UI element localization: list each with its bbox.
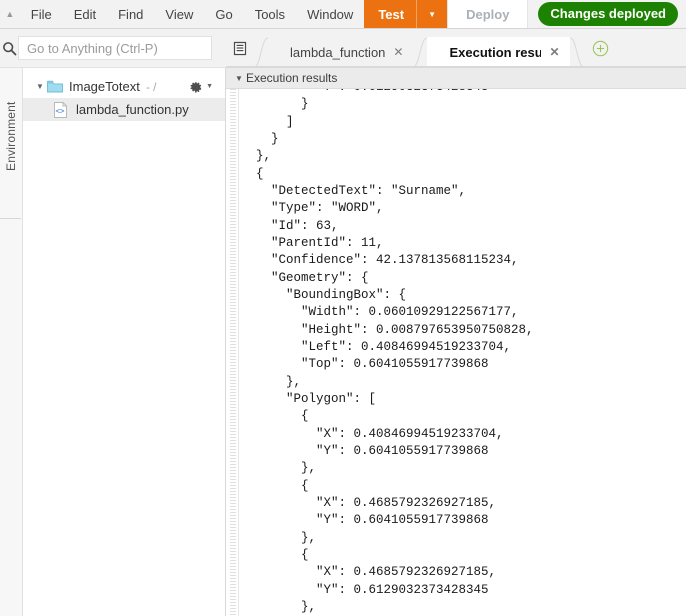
code-line: }, [241, 374, 302, 389]
test-button-label: Test [378, 6, 405, 22]
code-line: }, [241, 530, 317, 545]
caret-up-icon[interactable]: ▲ [0, 0, 20, 28]
body-row: Environment ▼ ImageTotext - / [0, 29, 686, 616]
tab-bar-filler [617, 29, 686, 67]
code-line: "Y": 0.6129032373428345 [241, 582, 489, 597]
json-output: "Y": 0.6129032373428345 } ] } }, { "Dete… [239, 89, 686, 616]
code-line: "Y": 0.6041055917739868 [241, 443, 489, 458]
environment-rail-label: Environment [4, 101, 18, 171]
search-input[interactable] [18, 36, 212, 60]
tree-folder-path: - / [145, 79, 157, 94]
menu-item-view[interactable]: View [154, 0, 204, 28]
tab-bar-underline [226, 66, 686, 67]
gutter-track [230, 89, 236, 616]
code-line: { [241, 547, 309, 562]
code-line: "Width": 0.06010929122567177, [241, 305, 519, 320]
file-tree: ▼ ImageTotext - / ▼ <> lambda_function.p… [23, 68, 226, 616]
menu-items: File Edit Find View Go Tools Window [20, 0, 365, 28]
tree-file-label: lambda_function.py [76, 102, 189, 117]
tab-separator [413, 37, 428, 67]
code-line: "X": 0.4685792326927185, [241, 565, 497, 580]
tab-bar: lambda_function ✕ Execution results ✕ [226, 29, 686, 68]
menu-bar: ▲ File Edit Find View Go Tools Window Te… [0, 0, 686, 29]
code-line: "Geometry": { [241, 270, 369, 285]
code-line: { [241, 166, 264, 181]
menu-item-file[interactable]: File [20, 0, 63, 28]
code-line: "Left": 0.40846994519233704, [241, 339, 512, 354]
code-line: "Height": 0.008797653950750828, [241, 322, 534, 337]
tab-separator [569, 37, 584, 67]
code-line: "DetectedText": "Surname", [241, 183, 467, 198]
code-line: }, [241, 461, 317, 476]
status-badge: Changes deployed [538, 2, 678, 26]
execution-results-label: Execution results [246, 71, 338, 85]
code-line: }, [241, 599, 317, 614]
environment-rail[interactable]: Environment [0, 68, 23, 616]
tab-separator [254, 37, 268, 67]
menu-item-window[interactable]: Window [296, 0, 364, 28]
caret-down-icon[interactable]: ▼ [232, 74, 246, 83]
caret-down-icon[interactable]: ▼ [206, 83, 213, 90]
code-line: "X": 0.4685792326927185, [241, 495, 497, 510]
results-editor: "Y": 0.6129032373428345 } ] } }, { "Dete… [226, 89, 686, 616]
lambda-console-window: ▲ File Edit Find View Go Tools Window Te… [0, 0, 686, 616]
code-line: "Y": 0.6129032373428345 [239, 89, 686, 96]
search-row [0, 29, 226, 68]
tree-folder-label: ImageTotext [69, 79, 140, 94]
code-line: "Y": 0.6041055917739868 [241, 513, 489, 528]
caret-down-icon[interactable]: ▼ [33, 82, 47, 91]
right-panel: lambda_function ✕ Execution results ✕ [226, 29, 686, 616]
folder-icon [47, 80, 63, 93]
tree-row-file[interactable]: <> lambda_function.py [23, 98, 225, 121]
left-body: Environment ▼ ImageTotext - / ▼ <> lambd… [0, 68, 226, 616]
deployed-badge-wrap: Changes deployed [528, 0, 686, 28]
menu-item-tools[interactable]: Tools [244, 0, 296, 28]
tab-execution-results[interactable]: Execution results ✕ [427, 37, 570, 67]
tabs: lambda_function ✕ Execution results ✕ [254, 29, 618, 67]
editor-gutter[interactable] [226, 89, 239, 616]
code-file-icon: <> [53, 101, 69, 118]
code-line: "Id": 63, [241, 218, 339, 233]
code-line: ] [241, 114, 294, 129]
code-line: "Confidence": 42.137813568115234, [241, 253, 519, 268]
caret-down-icon[interactable]: ▼ [416, 0, 447, 28]
rail-divider [0, 218, 21, 219]
code-line: "ParentId": 11, [241, 235, 384, 250]
left-panel: Environment ▼ ImageTotext - / [0, 29, 226, 616]
tab-label: lambda_function [290, 44, 386, 60]
tree-row-folder[interactable]: ▼ ImageTotext - / ▼ [23, 75, 225, 98]
plus-circle-icon[interactable] [584, 29, 618, 67]
deploy-button[interactable]: Deploy [447, 0, 529, 28]
tab-lambda-function[interactable]: lambda_function ✕ [268, 37, 414, 67]
code-line: }, [241, 149, 272, 164]
code-line: "X": 0.40846994519233704, [241, 426, 504, 441]
code-line: "Type": "WORD", [241, 201, 384, 216]
code-line: "Polygon": [ [241, 391, 377, 406]
search-icon[interactable] [0, 41, 18, 56]
code-line: { [241, 478, 309, 493]
close-icon[interactable]: ✕ [549, 46, 559, 58]
svg-text:<>: <> [55, 106, 65, 115]
gear-icon[interactable]: ▼ [189, 80, 213, 94]
code-line: } [241, 131, 279, 146]
code-line: { [241, 409, 309, 424]
menu-item-go[interactable]: Go [204, 0, 243, 28]
menu-item-find[interactable]: Find [107, 0, 154, 28]
test-button[interactable]: Test ▼ [364, 0, 448, 28]
panel-list-icon[interactable] [226, 29, 254, 67]
close-icon[interactable]: ✕ [393, 46, 403, 58]
code-line: "Top": 0.6041055917739868 [241, 357, 489, 372]
code-line: } [241, 97, 309, 112]
execution-results-header[interactable]: ▼ Execution results [226, 68, 686, 89]
tab-label: Execution results [449, 44, 542, 60]
code-line: "BoundingBox": { [241, 287, 407, 302]
menu-item-edit[interactable]: Edit [63, 0, 107, 28]
